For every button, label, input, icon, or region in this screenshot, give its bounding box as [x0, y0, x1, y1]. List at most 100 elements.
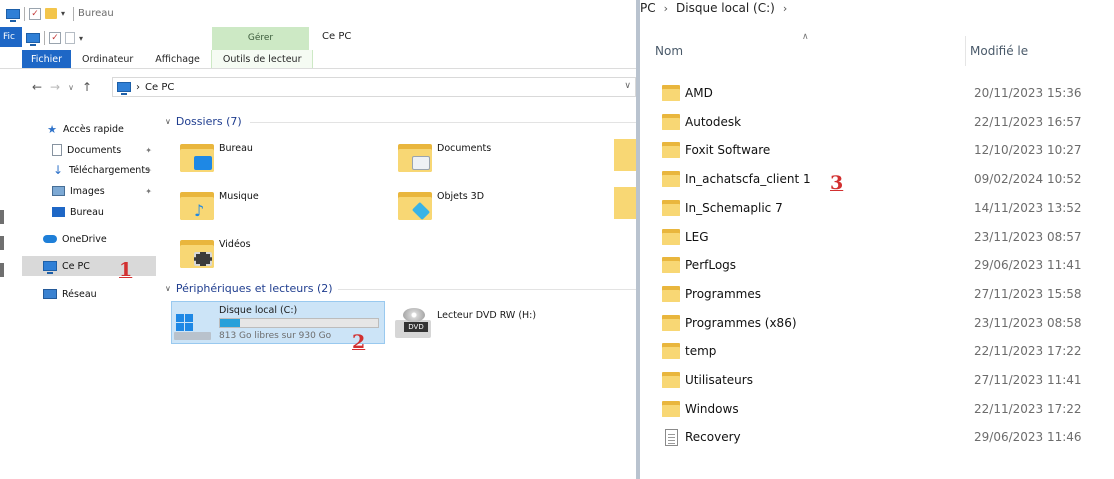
- group-header-peripheriques[interactable]: ∨ Périphériques et lecteurs (2): [165, 282, 333, 295]
- network-icon: [43, 289, 57, 299]
- table-row[interactable]: AMD 20/11/2023 15:36: [640, 80, 1114, 107]
- page-icon[interactable]: [65, 32, 75, 44]
- properties-check-icon[interactable]: ✓: [49, 32, 61, 44]
- column-header-name[interactable]: Nom: [655, 44, 683, 58]
- row-modified-date: 22/11/2023 16:57: [974, 114, 1082, 129]
- tab-outils-de-lecteur[interactable]: Outils de lecteur: [210, 50, 314, 68]
- document-icon: [52, 144, 62, 156]
- folder-label: Documents: [437, 143, 492, 154]
- folder-icon: [662, 314, 680, 331]
- disc-icon: [403, 308, 425, 322]
- customize-toolbar-icon[interactable]: ▾: [79, 34, 87, 43]
- nav-item-label: Bureau: [70, 206, 104, 218]
- column-divider[interactable]: [965, 36, 966, 66]
- row-name: AMD: [685, 86, 713, 100]
- row-name: Autodesk: [685, 114, 742, 129]
- pin-icon[interactable]: ✦: [145, 166, 152, 175]
- drive-name: Disque local (C:): [219, 305, 298, 316]
- row-name: PerfLogs: [685, 258, 737, 273]
- table-row[interactable]: temp 22/11/2023 17:22: [640, 338, 1114, 365]
- column-header-modified[interactable]: Modifié le: [970, 44, 1028, 58]
- table-row[interactable]: LEG 23/11/2023 08:57: [640, 224, 1114, 251]
- nav-item-acces-rapide[interactable]: ★ Accès rapide: [46, 119, 124, 139]
- dvd-badge: DVD: [404, 322, 428, 332]
- breadcrumb-disque-local[interactable]: Disque local (C:): [676, 1, 775, 15]
- tab-ordinateur[interactable]: Ordinateur: [71, 50, 144, 68]
- group-header-label: Périphériques et lecteurs (2): [175, 282, 333, 295]
- pin-icon[interactable]: ✦: [145, 146, 152, 155]
- row-modified-date: 29/06/2023 11:46: [974, 430, 1082, 445]
- computer-icon: [117, 82, 131, 95]
- nav-item-ce-pc[interactable]: Ce PC: [22, 256, 156, 276]
- window-title: Bureau: [78, 8, 114, 19]
- folder-icon: [662, 142, 680, 159]
- table-row[interactable]: Autodesk 22/11/2023 16:57: [640, 109, 1114, 136]
- back-arrow-icon[interactable]: ←: [28, 80, 46, 94]
- folder-pictures-icon-partial[interactable]: [614, 139, 636, 171]
- table-row[interactable]: In_Schemaplic 7 14/11/2023 13:52: [640, 195, 1114, 222]
- nav-item-reseau[interactable]: Réseau: [43, 284, 97, 304]
- annotation-2: 2: [352, 331, 366, 353]
- forward-arrow-icon[interactable]: →: [46, 80, 64, 94]
- context-tab-manage[interactable]: Gérer: [212, 27, 309, 50]
- breadcrumb-separator[interactable]: ›: [783, 2, 787, 15]
- recent-locations-icon[interactable]: ∨: [64, 83, 78, 92]
- nav-item-documents[interactable]: Documents ✦: [52, 140, 155, 160]
- row-modified-date: 14/11/2023 13:52: [974, 200, 1082, 215]
- breadcrumb-separator: ›: [136, 81, 140, 93]
- row-modified-date: 22/11/2023 17:22: [974, 344, 1082, 359]
- separator: [73, 6, 74, 21]
- table-row[interactable]: Recovery 29/06/2023 11:46: [640, 424, 1114, 451]
- annotation-1: 1: [119, 259, 133, 281]
- breadcrumb-pc[interactable]: PC: [640, 1, 656, 15]
- row-name: In_achatscfa_client 1: [685, 172, 811, 187]
- sort-ascending-icon: ∧: [802, 32, 809, 42]
- folder-downloads-icon-partial[interactable]: [614, 187, 636, 219]
- table-row[interactable]: Programmes 27/11/2023 15:58: [640, 281, 1114, 308]
- chevron-down-icon[interactable]: ∨: [624, 81, 631, 91]
- breadcrumb[interactable]: PC › Disque local (C:) ›: [640, 0, 787, 16]
- breadcrumb-ce-pc[interactable]: Ce PC: [145, 82, 174, 93]
- drive-base-icon: [174, 332, 211, 340]
- new-folder-icon[interactable]: [45, 8, 57, 19]
- group-divider: [338, 289, 636, 290]
- table-row[interactable]: PerfLogs 29/06/2023 11:41: [640, 252, 1114, 279]
- tab-affichage[interactable]: Affichage: [144, 50, 211, 68]
- nav-item-label: OneDrive: [62, 233, 107, 245]
- computer-icon: [6, 8, 20, 22]
- address-bar[interactable]: › Ce PC ∨: [112, 77, 636, 97]
- drive-usage-fill: [220, 319, 240, 327]
- table-row[interactable]: Programmes (x86) 23/11/2023 08:58: [640, 310, 1114, 337]
- table-row[interactable]: Windows 22/11/2023 17:22: [640, 396, 1114, 423]
- computer-icon: [26, 33, 40, 46]
- nav-item-telechargements[interactable]: ↓ Téléchargements ✦: [52, 160, 155, 180]
- folder-icon: [662, 257, 680, 274]
- folder-videos-icon: [180, 236, 214, 268]
- folder-desktop-icon: [180, 140, 214, 172]
- row-modified-date: 29/06/2023 11:41: [974, 258, 1082, 273]
- table-row[interactable]: Foxit Software 12/10/2023 10:27: [640, 137, 1114, 164]
- folder-icon: [662, 171, 680, 188]
- drive-free-space: 813 Go libres sur 930 Go: [219, 331, 332, 341]
- nav-item-label: Accès rapide: [63, 123, 124, 135]
- nav-item-bureau[interactable]: Bureau: [52, 202, 104, 222]
- nav-item-onedrive[interactable]: OneDrive: [43, 229, 107, 249]
- pin-icon[interactable]: ✦: [145, 187, 152, 196]
- chevron-down-icon[interactable]: ∨: [165, 284, 171, 293]
- table-row[interactable]: Utilisateurs 27/11/2023 11:41: [640, 367, 1114, 394]
- nav-item-images[interactable]: Images ✦: [52, 181, 155, 201]
- table-row[interactable]: In_achatscfa_client 1 09/02/2024 10:52: [640, 166, 1114, 193]
- folder-icon: [662, 343, 680, 360]
- customize-toolbar-icon[interactable]: ▾: [61, 9, 69, 18]
- images-icon: [52, 186, 65, 196]
- row-modified-date: 09/02/2024 10:52: [974, 172, 1082, 187]
- row-modified-date: 27/11/2023 15:58: [974, 286, 1082, 301]
- group-header-dossiers[interactable]: ∨ Dossiers (7): [165, 115, 242, 128]
- tab-fichier[interactable]: Fichier: [22, 50, 72, 68]
- properties-check-icon[interactable]: ✓: [29, 7, 41, 20]
- up-arrow-icon[interactable]: ↑: [78, 80, 96, 94]
- folder-icon: [662, 372, 680, 388]
- explorer-window-ce-pc: ✓ ▾ Bureau Fic ✓ ▾ Gérer Ce PC Fichier O…: [0, 0, 636, 479]
- separator: [24, 6, 25, 21]
- chevron-down-icon[interactable]: ∨: [165, 117, 171, 126]
